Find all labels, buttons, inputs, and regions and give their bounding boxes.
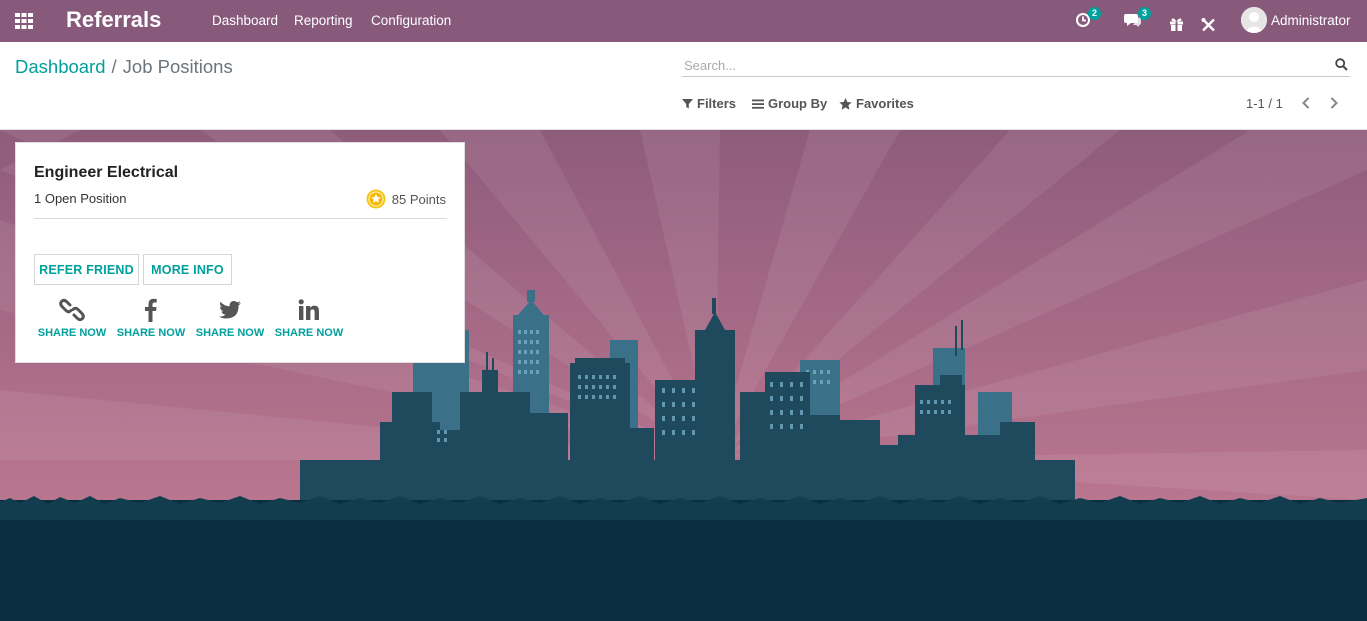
reward-points: 85 Points [366,189,446,209]
breadcrumb-separator: / [111,56,117,77]
user-avatar-icon [1241,7,1267,33]
card-divider [34,218,447,219]
pager-next-button[interactable] [1326,94,1342,112]
pager-previous-button[interactable] [1298,94,1314,112]
share-link-label: SHARE NOW [37,327,107,339]
group-by-label: Group By [768,96,828,111]
refer-friend-button[interactable]: REFER FRIEND [34,254,139,285]
activity-button[interactable]: 2 [1075,7,1107,33]
favorites-button[interactable]: Favorites [839,96,914,111]
avatar[interactable] [1241,7,1267,33]
points-value: 85 Points [391,191,446,207]
share-twitter-button[interactable]: SHARE NOW [195,297,265,339]
apps-grid-icon[interactable] [14,11,34,31]
pager-value[interactable]: 1-1 / 1 [1246,96,1283,111]
page-title: Job Positions [122,56,233,77]
filters-button[interactable]: Filters [682,96,736,111]
share-facebook-label: SHARE NOW [116,327,186,339]
group-by-button[interactable]: Group By [752,96,827,111]
messages-button[interactable]: 3 [1124,7,1156,33]
share-twitter-label: SHARE NOW [195,327,265,339]
link-icon [59,298,85,322]
search-icon[interactable] [1335,58,1348,71]
search-input[interactable] [682,54,1322,76]
control-panel: Dashboard/Job Positions Filters Group By… [0,42,1367,130]
list-icon [752,99,764,109]
top-navbar: Referrals Dashboard Reporting Configurat… [0,0,1367,42]
job-title: Engineer Electrical [34,164,179,181]
search-bar [682,54,1350,77]
open-positions-count: 1 Open Position [34,191,127,206]
favorites-label: Favorites [856,96,914,111]
messages-badge: 3 [1138,7,1152,20]
facebook-icon [145,298,157,322]
menu-reporting[interactable]: Reporting [294,13,353,28]
chevron-left-icon [1302,97,1310,109]
gift-icon[interactable] [1169,12,1184,36]
user-name[interactable]: Administrator [1271,13,1351,28]
chevron-right-icon [1330,97,1338,109]
menu-dashboard[interactable]: Dashboard [212,13,278,28]
debug-tools-icon[interactable] [1201,13,1216,37]
job-position-card: Engineer Electrical 1 Open Position 85 P… [15,142,465,363]
breadcrumb-dashboard-link[interactable]: Dashboard [15,56,106,77]
filter-icon [682,99,693,109]
menu-configuration[interactable]: Configuration [371,13,451,28]
app-title: Referrals [66,7,162,32]
breadcrumb: Dashboard / Job Positions [15,56,233,78]
share-link-button[interactable]: SHARE NOW [37,297,107,339]
share-facebook-button[interactable]: SHARE NOW [116,297,186,339]
twitter-icon [219,301,241,319]
star-coin-icon [366,189,386,209]
share-linkedin-label: SHARE NOW [274,327,344,339]
activity-badge: 2 [1088,7,1102,20]
filters-label: Filters [697,96,737,111]
more-info-button[interactable]: MORE INFO [143,254,232,285]
star-icon [839,97,852,110]
share-linkedin-button[interactable]: SHARE NOW [274,297,344,339]
linkedin-icon [298,299,319,320]
